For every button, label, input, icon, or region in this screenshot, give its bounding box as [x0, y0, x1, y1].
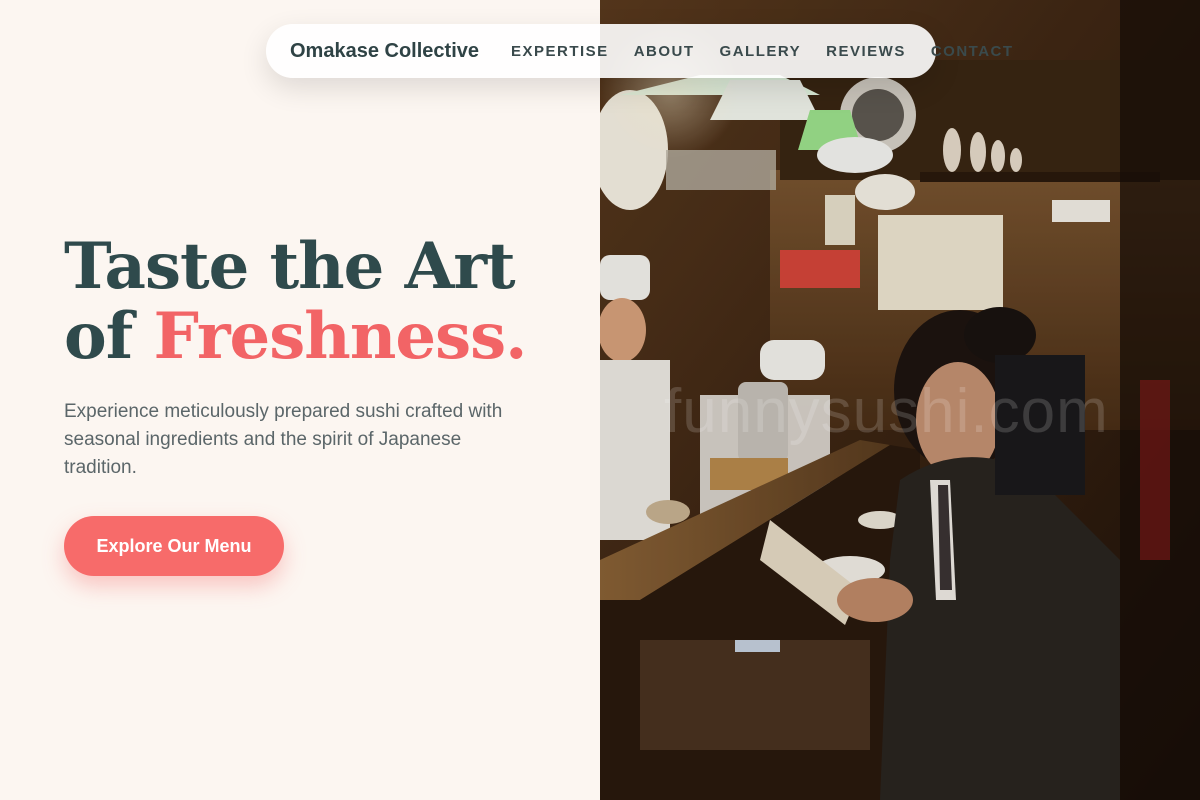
nav-link-expertise[interactable]: EXPERTISE — [511, 43, 609, 60]
hero-title-of: of — [64, 299, 133, 374]
hero-description: Experience meticulously prepared sushi c… — [64, 401, 503, 478]
nav-link-about[interactable]: ABOUT — [634, 43, 695, 60]
explore-menu-button[interactable]: Explore Our Menu — [64, 516, 284, 576]
nav-link-contact[interactable]: CONTACT — [931, 43, 1014, 60]
nav-link-gallery[interactable]: GALLERY — [720, 43, 802, 60]
hero-title: Taste the Art of Freshness. — [64, 232, 564, 372]
hero-title-line1: Taste the Art — [64, 229, 516, 304]
hero-photo: funnysushi.com — [600, 0, 1200, 800]
top-navbar: Omakase Collective EXPERTISE ABOUT GALLE… — [266, 24, 1012, 78]
brand-logo-text[interactable]: Omakase Collective — [290, 40, 479, 63]
nav-links: EXPERTISE ABOUT GALLERY REVIEWS CONTACT — [511, 43, 1014, 60]
nav-link-reviews[interactable]: REVIEWS — [826, 43, 906, 60]
hero-section: Taste the Art of Freshness. Experience m… — [64, 232, 564, 576]
watermark-text: funnysushi.com — [664, 377, 1109, 446]
hero-title-accent: Freshness. — [153, 299, 528, 374]
